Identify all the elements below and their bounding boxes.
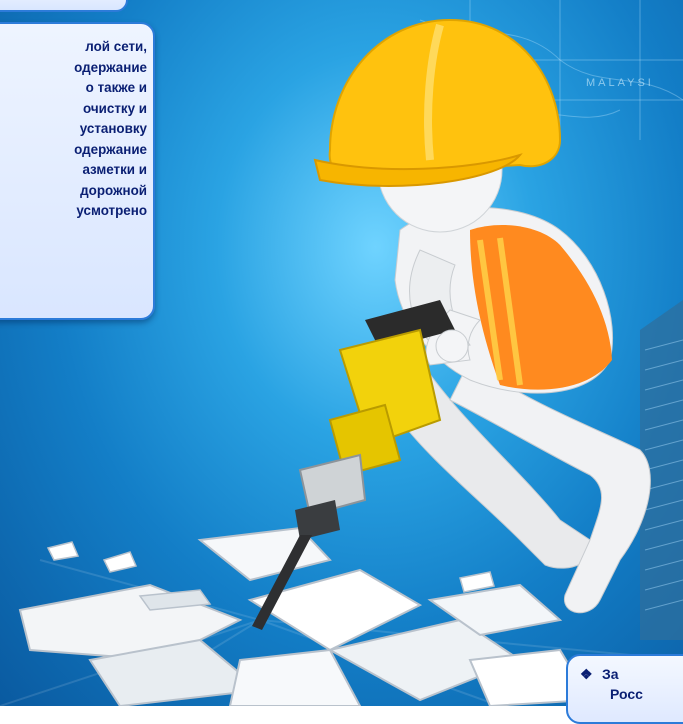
hard-hat (313, 18, 562, 187)
broken-pavement (18, 526, 592, 706)
text-line: усмотрено (76, 203, 147, 218)
text-line: одержание (74, 141, 147, 157)
text-panel: лой сети, одержание о также и очистку и … (0, 22, 155, 320)
text-line: установку (79, 121, 147, 136)
note-line-2: Росс (610, 686, 643, 702)
text-line: о также и (85, 80, 147, 95)
text-line: дорожной (80, 182, 147, 198)
note-panel: ❖ За Росс (566, 654, 683, 724)
diamond-bullet-icon: ❖ (580, 666, 593, 682)
text-line: очистку и (83, 100, 147, 116)
text-line: азметки и (82, 162, 147, 177)
top-panel-edge (0, 0, 128, 12)
text-line: лой сети, (85, 39, 147, 54)
note-line-1: За (602, 666, 619, 682)
text-line: одержание (74, 59, 147, 75)
